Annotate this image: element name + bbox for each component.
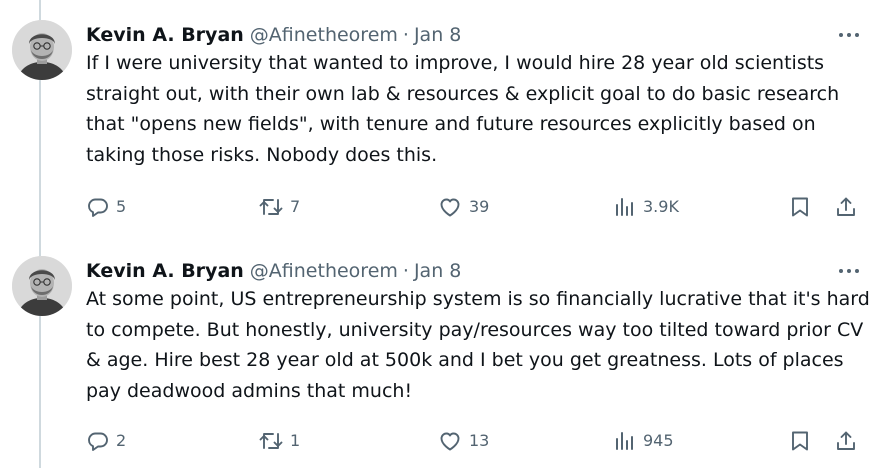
like-button[interactable]: 13 — [437, 426, 489, 456]
more-icon[interactable] — [836, 256, 862, 286]
bookmark-icon — [792, 431, 808, 451]
separator: · — [402, 260, 409, 282]
views-count: 3.9K — [643, 197, 679, 216]
bookmark-button[interactable] — [789, 426, 811, 456]
views-button[interactable]: 945 — [613, 426, 674, 456]
reply-button[interactable]: 5 — [86, 192, 126, 222]
reply-count: 5 — [116, 197, 127, 216]
like-count: 39 — [469, 197, 490, 216]
share-icon — [837, 197, 855, 216]
tweet[interactable]: Kevin A. Bryan @Afinetheorem · Jan 8 If … — [0, 20, 886, 230]
repost-icon — [259, 433, 283, 449]
reply-icon — [88, 432, 108, 451]
views-count: 945 — [643, 431, 674, 450]
bookmark-icon — [792, 197, 808, 217]
reply-count: 2 — [116, 431, 127, 450]
views-icon — [616, 432, 633, 450]
reply-icon — [88, 198, 108, 217]
avatar[interactable] — [12, 20, 72, 80]
author-name[interactable]: Kevin A. Bryan — [86, 260, 244, 282]
like-button[interactable]: 39 — [437, 192, 489, 222]
tweet-header: Kevin A. Bryan @Afinetheorem · Jan 8 — [86, 20, 461, 50]
share-button[interactable] — [834, 192, 858, 222]
views-icon — [616, 198, 633, 216]
tweet-text: At some point, US entrepreneurship syste… — [86, 288, 870, 402]
reply-button[interactable]: 2 — [86, 426, 126, 456]
repost-count: 7 — [290, 197, 301, 216]
tweet-text: If I were university that wanted to impr… — [86, 52, 840, 166]
author-handle[interactable]: @Afinetheorem — [250, 24, 398, 46]
like-count: 13 — [469, 431, 490, 450]
repost-icon — [259, 199, 283, 215]
avatar[interactable] — [12, 256, 72, 316]
author-name[interactable]: Kevin A. Bryan — [86, 24, 244, 46]
bookmark-button[interactable] — [789, 192, 811, 222]
tweet-header: Kevin A. Bryan @Afinetheorem · Jan 8 — [86, 256, 461, 286]
tweet[interactable]: Kevin A. Bryan @Afinetheorem · Jan 8 At … — [0, 256, 886, 466]
repost-button[interactable]: 1 — [258, 426, 300, 456]
tweet-date[interactable]: Jan 8 — [414, 24, 461, 46]
views-button[interactable]: 3.9K — [613, 192, 679, 222]
tweet-actions: 2 1 13 945 — [0, 426, 886, 456]
share-icon — [837, 431, 855, 450]
more-icon[interactable] — [836, 20, 862, 50]
tweet-actions: 5 7 39 3.9K — [0, 192, 886, 222]
share-button[interactable] — [834, 426, 858, 456]
tweet-date[interactable]: Jan 8 — [414, 260, 461, 282]
author-handle[interactable]: @Afinetheorem — [250, 260, 398, 282]
separator: · — [402, 24, 409, 46]
repost-count: 1 — [290, 431, 301, 450]
like-icon — [440, 198, 460, 217]
like-icon — [440, 432, 460, 451]
repost-button[interactable]: 7 — [258, 192, 300, 222]
